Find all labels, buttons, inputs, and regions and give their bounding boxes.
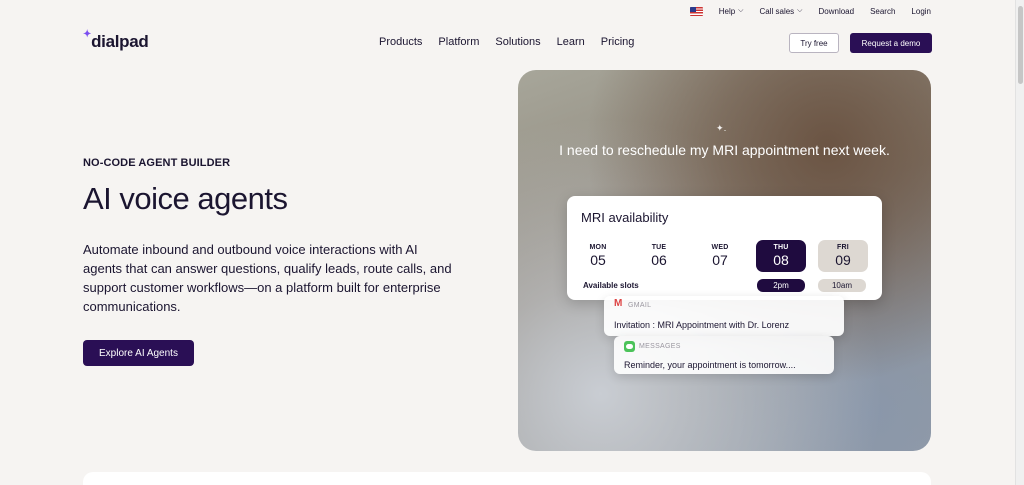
- day-name: MON: [589, 244, 607, 251]
- slot-badge: 10am: [818, 279, 866, 292]
- day-date: 09: [835, 252, 851, 268]
- day-tue: TUE 06: [634, 240, 684, 272]
- primary-menu: Products Platform Solutions Learn Pricin…: [379, 36, 634, 48]
- hero-visual: ✦․ I need to reschedule my MRI appointme…: [518, 70, 931, 451]
- call-sales-menu[interactable]: Call sales ⌵: [759, 7, 802, 16]
- day-name: THU: [773, 244, 789, 251]
- nav-item-pricing[interactable]: Pricing: [601, 36, 635, 48]
- chevron-down-icon: ⌵: [797, 7, 803, 14]
- messages-notification: MESSAGES Reminder, your appointment is t…: [614, 336, 834, 374]
- day-date: 08: [773, 252, 789, 268]
- utility-bar: Help ⌵ Call sales ⌵ Download Search Logi…: [0, 0, 1015, 22]
- explore-ai-agents-button[interactable]: Explore AI Agents: [83, 340, 194, 366]
- download-link[interactable]: Download: [818, 7, 854, 16]
- messages-icon: [624, 341, 635, 352]
- notification-text: Invitation : MRI Appointment with Dr. Lo…: [614, 320, 790, 330]
- hero-eyebrow: NO-CODE AGENT BUILDER: [83, 157, 231, 169]
- day-fri: FRI 09: [818, 240, 868, 272]
- notification-header: GMAIL: [614, 298, 652, 310]
- day-date: 07: [712, 252, 728, 268]
- help-label: Help: [718, 6, 736, 16]
- request-demo-button[interactable]: Request a demo: [850, 33, 932, 53]
- caller-quote: I need to reschedule my MRI appointment …: [559, 142, 890, 158]
- sparkle-icon: ✦․: [716, 123, 727, 133]
- main-nav: ✦ dialpad Products Platform Solutions Le…: [0, 30, 1015, 56]
- logo-spark-icon: ✦: [83, 29, 92, 40]
- hero-description: Automate inbound and outbound voice inte…: [83, 242, 452, 314]
- us-flag-icon: [689, 6, 703, 16]
- notification-text: Reminder, your appointment is tomorrow..…: [624, 360, 796, 370]
- logo-text: dialpad: [91, 32, 149, 51]
- availability-card: MRI availability MON 05 TUE 06 WED 07 TH…: [567, 196, 882, 300]
- available-slots-label: Available slots: [583, 281, 639, 290]
- day-date: 06: [651, 252, 667, 268]
- login-link[interactable]: Login: [911, 7, 931, 16]
- day-name: WED: [711, 244, 729, 251]
- day-name: FRI: [837, 244, 849, 251]
- scrollbar[interactable]: [1015, 0, 1024, 485]
- nav-item-learn[interactable]: Learn: [557, 36, 585, 48]
- search-link[interactable]: Search: [870, 7, 895, 16]
- notification-app: GMAIL: [628, 301, 652, 309]
- dialpad-logo[interactable]: ✦ dialpad: [83, 29, 149, 52]
- hero-title: AI voice agents: [83, 181, 288, 216]
- gmail-notification: GMAIL Invitation : MRI Appointment with …: [604, 296, 844, 336]
- day-thu-selected: THU 08: [756, 240, 806, 272]
- day-wed: WED 07: [695, 240, 745, 272]
- card-title: MRI availability: [581, 210, 669, 225]
- scrollbar-thumb[interactable]: [1018, 6, 1023, 84]
- day-name: TUE: [651, 244, 667, 251]
- call-sales-label: Call sales: [759, 6, 795, 16]
- day-date: 05: [590, 252, 606, 268]
- help-menu[interactable]: Help ⌵: [719, 7, 744, 16]
- nav-item-platform[interactable]: Platform: [438, 36, 479, 48]
- day-mon: MON 05: [573, 240, 623, 272]
- notification-header: MESSAGES: [624, 341, 681, 352]
- slot-badge: 2pm: [757, 279, 805, 292]
- gmail-icon: [614, 298, 624, 310]
- notification-app: MESSAGES: [639, 343, 681, 350]
- try-free-button[interactable]: Try free: [789, 33, 839, 53]
- chevron-down-icon: ⌵: [738, 7, 744, 14]
- region-selector[interactable]: [689, 6, 703, 16]
- next-section-panel: [83, 472, 931, 485]
- nav-item-products[interactable]: Products: [379, 36, 422, 48]
- nav-item-solutions[interactable]: Solutions: [495, 36, 540, 48]
